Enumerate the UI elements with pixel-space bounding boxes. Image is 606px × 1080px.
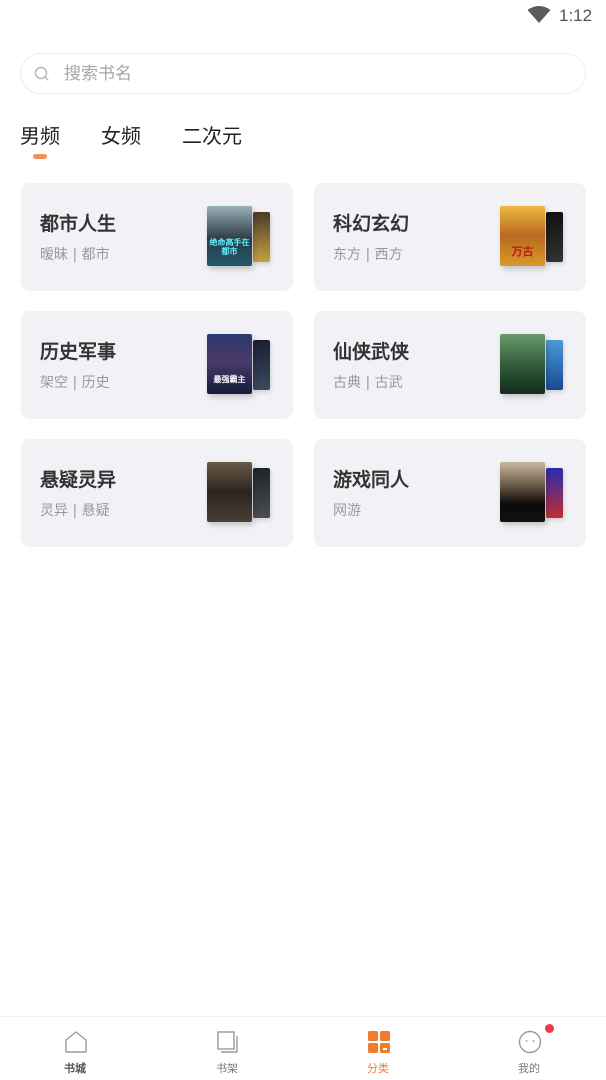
search-icon [34,66,49,81]
category-title: 悬疑灵异 [40,469,117,491]
book-cover [207,462,252,522]
category-title: 游戏同人 [333,469,410,491]
book-cover-back [253,340,270,390]
category-tags: 灵异 | 悬疑 [40,503,110,519]
category-title: 都市人生 [40,213,117,235]
category-card[interactable]: 悬疑灵异 灵异 | 悬疑 [21,439,293,547]
nav-label: 书架 [216,1062,238,1075]
category-title: 历史军事 [40,341,117,363]
cover-title: 万古 [511,245,534,258]
book-cover-back [546,468,563,518]
category-card[interactable]: 仙侠武侠 古典 | 古武 [314,311,586,419]
bottom-nav: 书城 书架 分类 我的 [0,1016,606,1080]
category-card[interactable]: 都市人生 暧昧 | 都市 绝命高手在都市 [21,183,293,291]
search-input[interactable] [64,54,564,93]
active-tab-indicator [33,154,47,159]
category-title: 科幻玄幻 [333,213,410,235]
tab-male[interactable]: 男频 [20,120,60,149]
book-cover-back [253,468,270,518]
wifi-icon [527,6,551,23]
category-tags: 暧昧 | 都市 [40,247,110,263]
nav-label: 书城 [64,1062,86,1075]
nav-item-category[interactable]: 分类 [328,1017,428,1080]
search-box[interactable] [20,53,586,94]
book-cover: 最强霸主 [207,334,252,394]
profile-icon [518,1030,542,1054]
status-bar: 1:12 [0,0,606,34]
home-icon [65,1031,87,1053]
book-cover-back [253,212,270,262]
category-tags: 东方 | 西方 [333,247,403,263]
tab-anime[interactable]: 二次元 [182,120,242,149]
book-cover [500,334,545,394]
nav-item-profile[interactable]: 我的 [479,1017,579,1080]
category-card[interactable]: 历史军事 架空 | 历史 最强霸主 [21,311,293,419]
category-card[interactable]: 科幻玄幻 东方 | 西方 万古 [314,183,586,291]
category-tags: 古典 | 古武 [333,375,403,391]
category-card[interactable]: 游戏同人 网游 [314,439,586,547]
category-title: 仙侠武侠 [333,341,410,363]
book-cover [500,462,545,522]
cover-title: 绝命高手在都市 [209,238,250,256]
category-tags: 网游 [333,503,361,519]
status-time: 1:12 [559,6,593,25]
book-cover: 万古 [500,206,545,266]
book-cover-back [546,340,563,390]
tab-female[interactable]: 女频 [101,120,141,149]
bookshelf-icon [217,1031,238,1053]
category-tags: 架空 | 历史 [40,375,110,391]
book-cover: 绝命高手在都市 [207,206,252,266]
nav-item-bookstore[interactable]: 书城 [25,1017,125,1080]
book-cover-back [546,212,563,262]
nav-label: 分类 [367,1062,389,1075]
nav-label: 我的 [518,1062,540,1075]
category-icon [368,1031,390,1053]
nav-item-bookshelf[interactable]: 书架 [177,1017,277,1080]
cover-title: 最强霸主 [213,375,246,384]
notification-badge [545,1024,554,1033]
